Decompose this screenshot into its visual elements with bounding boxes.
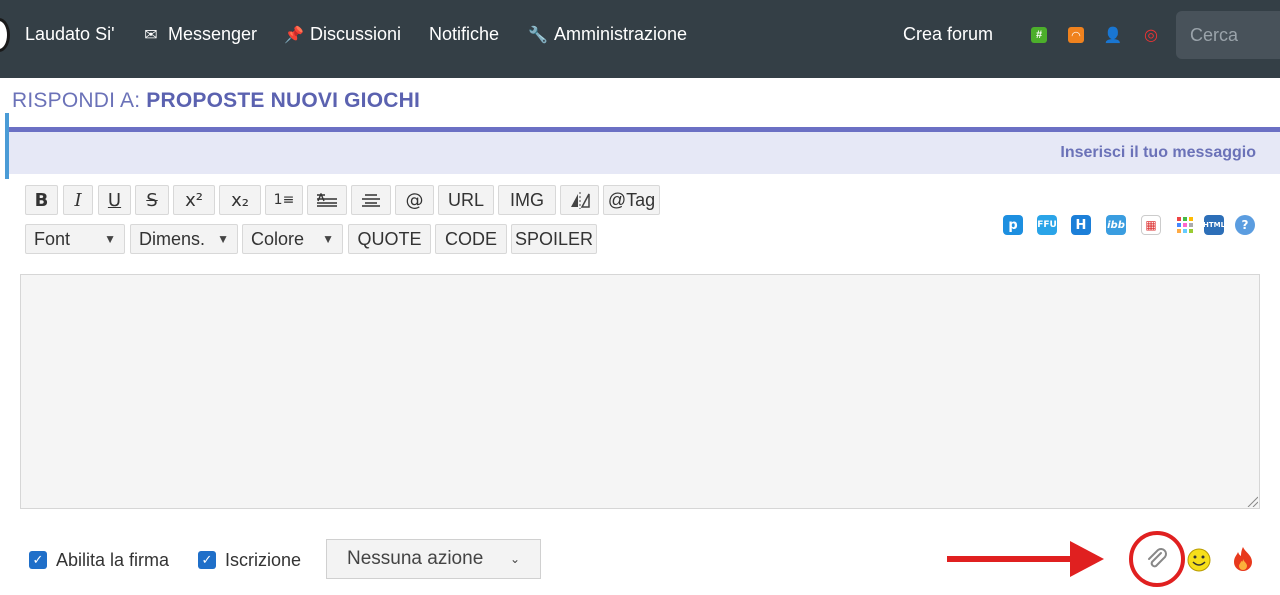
pin-icon: 📌 — [284, 26, 304, 44]
nav-brand-label: Laudato Si' — [25, 24, 115, 44]
page-title-topic[interactable]: PROPOSTE NUOVI GIOCHI — [146, 89, 420, 112]
wrench-icon: 🔧 — [528, 26, 548, 44]
subscript-button[interactable]: x₂ — [219, 185, 261, 215]
chevron-down-icon: ▼ — [217, 232, 229, 246]
subscribe-checkbox[interactable]: ✓ — [198, 551, 216, 569]
superscript-button[interactable]: x² — [173, 185, 215, 215]
page-title-prefix: RISPONDI A: — [12, 89, 141, 112]
chevron-down-icon: ▼ — [322, 232, 334, 246]
nav-notifications[interactable]: Notifiche — [429, 24, 499, 45]
signature-checkbox[interactable]: ✓ — [29, 551, 47, 569]
chevron-down-icon: ⌄ — [509, 552, 520, 566]
code-button[interactable]: CODE — [435, 224, 507, 254]
page-title: RISPONDI A: PROPOSTE NUOVI GIOCHI — [12, 89, 420, 113]
bold-button[interactable]: B — [25, 185, 58, 215]
italic-button[interactable]: I — [63, 185, 93, 215]
size-select[interactable]: Dimens. ▼ — [130, 224, 238, 254]
paperclip-icon[interactable] — [1144, 547, 1170, 573]
ordered-list-button[interactable]: 1≡ — [265, 185, 303, 215]
chevron-down-icon: ▼ — [104, 232, 116, 246]
resize-grip-icon[interactable] — [1246, 495, 1258, 507]
flip-image-button[interactable] — [560, 185, 599, 215]
nav-discussions[interactable]: 📌 Discussioni — [284, 24, 401, 45]
nav-admin[interactable]: 🔧 Amministrazione — [528, 24, 687, 45]
underline-button[interactable]: U — [98, 185, 131, 215]
ffu-icon[interactable]: FFU — [1037, 215, 1057, 235]
signature-label: Abilita la firma — [56, 550, 170, 570]
font-select[interactable]: Font ▼ — [25, 224, 125, 254]
strikethrough-button[interactable]: S — [135, 185, 169, 215]
nav-create-forum-label: Crea forum — [903, 24, 994, 44]
mention-at-button[interactable]: @ — [395, 185, 434, 215]
nav-admin-label: Amministrazione — [554, 24, 688, 44]
lifebuoy-icon[interactable]: ◎ — [1143, 27, 1159, 44]
smiley-icon[interactable] — [1186, 547, 1212, 573]
hyperlink-icon[interactable]: H — [1071, 215, 1091, 235]
mirror-icon — [570, 192, 590, 209]
forum-avatar[interactable] — [0, 18, 10, 52]
url-button[interactable]: URL — [438, 185, 494, 215]
hashtag-icon[interactable]: # — [1031, 27, 1047, 43]
align-left-icon — [317, 193, 337, 207]
img-button[interactable]: IMG — [498, 185, 556, 215]
font-select-value: Font — [34, 228, 71, 249]
p-upload-icon[interactable]: p — [1003, 215, 1023, 235]
annotation-arrow-head — [1070, 541, 1104, 577]
color-grid-icon[interactable] — [1175, 215, 1195, 235]
panel-header-label: Inserisci il tuo messaggio — [1060, 144, 1256, 161]
nav-discussions-label: Discussioni — [310, 24, 402, 44]
user-icon[interactable]: 👤 — [1104, 27, 1123, 44]
message-editor[interactable] — [20, 274, 1260, 509]
nav-messenger[interactable]: ✉ Messenger — [142, 24, 257, 45]
fire-icon[interactable] — [1230, 545, 1256, 573]
quote-button[interactable]: QUOTE — [348, 224, 431, 254]
action-select[interactable]: Nessuna azione ⌄ — [326, 539, 541, 579]
tag-button[interactable]: @Tag — [603, 185, 660, 215]
annotation-arrow-shaft — [947, 556, 1077, 562]
calendar-icon[interactable]: ▦ — [1141, 215, 1161, 235]
envelope-icon: ✉ — [144, 26, 158, 44]
nav-create-forum[interactable]: Crea forum — [903, 24, 993, 45]
nav-brand[interactable]: Laudato Si' — [25, 24, 115, 45]
align-center-button[interactable] — [351, 185, 391, 215]
rss-icon[interactable]: ◠ — [1068, 27, 1084, 43]
ibb-icon[interactable]: ibb — [1106, 215, 1126, 235]
spoiler-button[interactable]: SPOILER — [511, 224, 597, 254]
size-select-value: Dimens. — [139, 228, 206, 249]
align-left-button[interactable] — [307, 185, 347, 215]
top-navbar: Laudato Si' ✉ Messenger 📌 Discussioni No… — [0, 0, 1280, 78]
action-select-value: Nessuna azione — [347, 548, 484, 569]
nav-messenger-label: Messenger — [168, 24, 258, 44]
color-select[interactable]: Colore ▼ — [242, 224, 343, 254]
panel-header: Inserisci il tuo messaggio — [9, 132, 1280, 174]
html-icon[interactable]: HTML — [1203, 215, 1225, 235]
color-select-value: Colore — [251, 228, 305, 249]
nav-notifications-label: Notifiche — [429, 24, 500, 44]
subscribe-label: Iscrizione — [225, 550, 302, 570]
search-input[interactable] — [1176, 11, 1280, 59]
align-center-icon — [362, 194, 380, 207]
help-icon[interactable]: ? — [1235, 215, 1255, 235]
